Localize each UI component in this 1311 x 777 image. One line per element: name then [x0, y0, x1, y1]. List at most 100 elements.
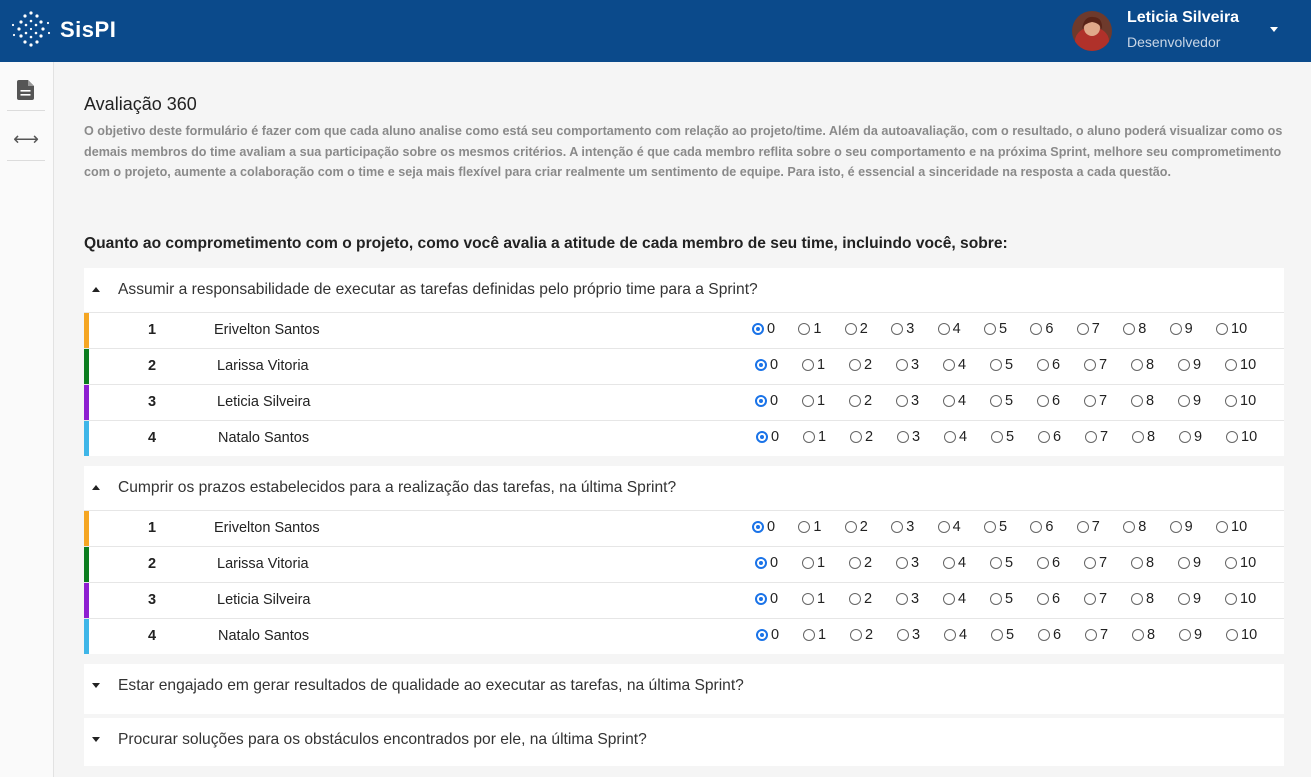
- rating-radio[interactable]: [756, 431, 768, 443]
- rating-radio[interactable]: [1084, 395, 1096, 407]
- rating-option[interactable]: 4: [937, 321, 961, 337]
- user-menu-chevron-down-icon[interactable]: [1270, 27, 1278, 32]
- rating-option[interactable]: 4: [943, 393, 966, 409]
- rating-option[interactable]: 10: [1216, 321, 1247, 337]
- criterion-panel-header[interactable]: Cumprir os prazos estabelecidos para a r…: [84, 466, 1284, 510]
- chevron-up-icon[interactable]: [92, 485, 100, 490]
- rating-radio[interactable]: [803, 629, 815, 641]
- rating-radio[interactable]: [943, 359, 955, 371]
- rating-radio[interactable]: [1084, 593, 1096, 605]
- rating-option[interactable]: 4: [943, 555, 966, 571]
- rating-radio[interactable]: [1037, 557, 1049, 569]
- rating-radio[interactable]: [1030, 521, 1043, 533]
- rating-option[interactable]: 1: [803, 627, 826, 643]
- rating-radio[interactable]: [755, 557, 767, 569]
- rating-option[interactable]: 3: [891, 519, 914, 535]
- rating-option[interactable]: 10: [1225, 393, 1256, 409]
- rating-radio[interactable]: [1178, 395, 1190, 407]
- rating-radio[interactable]: [802, 359, 814, 371]
- rating-option[interactable]: 7: [1084, 591, 1107, 607]
- rating-option[interactable]: 9: [1178, 591, 1201, 607]
- sidebar-item-document[interactable]: [7, 72, 45, 108]
- criterion-panel-header[interactable]: Procurar soluções para os obstáculos enc…: [84, 718, 1284, 762]
- rating-radio[interactable]: [990, 593, 1002, 605]
- rating-radio[interactable]: [798, 323, 811, 335]
- rating-option[interactable]: 1: [802, 591, 825, 607]
- rating-radio[interactable]: [991, 431, 1003, 443]
- rating-radio[interactable]: [1131, 359, 1143, 371]
- rating-option[interactable]: 0: [755, 591, 778, 607]
- rating-option[interactable]: 2: [849, 591, 872, 607]
- chevron-down-icon[interactable]: [92, 683, 100, 688]
- rating-option[interactable]: 2: [849, 357, 872, 373]
- rating-option[interactable]: 3: [897, 429, 920, 445]
- rating-option[interactable]: 9: [1178, 555, 1201, 571]
- sidebar-item-expand[interactable]: ⟷: [7, 121, 45, 157]
- rating-radio[interactable]: [896, 593, 908, 605]
- rating-radio[interactable]: [1076, 521, 1089, 533]
- rating-option[interactable]: 3: [896, 357, 919, 373]
- rating-option[interactable]: 9: [1179, 429, 1202, 445]
- rating-radio[interactable]: [896, 395, 908, 407]
- rating-option[interactable]: 0: [755, 555, 778, 571]
- rating-option[interactable]: 2: [850, 429, 873, 445]
- rating-radio[interactable]: [755, 395, 767, 407]
- rating-option[interactable]: 10: [1225, 357, 1256, 373]
- rating-option[interactable]: 1: [798, 321, 821, 337]
- rating-radio[interactable]: [1132, 431, 1144, 443]
- rating-radio[interactable]: [1038, 629, 1050, 641]
- rating-option[interactable]: 8: [1131, 357, 1154, 373]
- rating-option[interactable]: 7: [1085, 429, 1108, 445]
- rating-radio[interactable]: [991, 629, 1003, 641]
- rating-radio[interactable]: [1169, 521, 1182, 533]
- rating-option[interactable]: 5: [984, 321, 1007, 337]
- rating-option[interactable]: 0: [755, 393, 778, 409]
- rating-radio[interactable]: [896, 557, 908, 569]
- rating-radio[interactable]: [1037, 593, 1049, 605]
- avatar[interactable]: [1072, 11, 1112, 51]
- rating-radio[interactable]: [844, 323, 857, 335]
- rating-radio[interactable]: [1084, 359, 1096, 371]
- rating-radio[interactable]: [891, 323, 904, 335]
- rating-option[interactable]: 8: [1131, 393, 1154, 409]
- rating-radio[interactable]: [1084, 557, 1096, 569]
- rating-option[interactable]: 3: [897, 627, 920, 643]
- rating-radio[interactable]: [802, 557, 814, 569]
- rating-radio[interactable]: [990, 395, 1002, 407]
- rating-option[interactable]: 4: [944, 627, 967, 643]
- rating-radio[interactable]: [1131, 593, 1143, 605]
- rating-radio[interactable]: [1132, 629, 1144, 641]
- rating-radio[interactable]: [1178, 593, 1190, 605]
- rating-option[interactable]: 10: [1226, 429, 1257, 445]
- criterion-panel-header[interactable]: Assumir a responsabilidade de executar a…: [84, 268, 1284, 312]
- rating-option[interactable]: 6: [1038, 627, 1061, 643]
- rating-option[interactable]: 0: [752, 321, 775, 337]
- rating-radio[interactable]: [891, 521, 904, 533]
- rating-option[interactable]: 1: [798, 519, 821, 535]
- rating-radio[interactable]: [937, 521, 950, 533]
- rating-radio[interactable]: [1131, 557, 1143, 569]
- rating-radio[interactable]: [1179, 629, 1191, 641]
- rating-radio[interactable]: [1225, 557, 1237, 569]
- rating-option[interactable]: 9: [1169, 519, 1193, 535]
- rating-option[interactable]: 8: [1132, 627, 1155, 643]
- rating-radio[interactable]: [849, 593, 861, 605]
- rating-option[interactable]: 9: [1179, 627, 1202, 643]
- rating-radio[interactable]: [984, 521, 996, 533]
- rating-radio[interactable]: [1226, 431, 1238, 443]
- rating-option[interactable]: 8: [1123, 321, 1146, 337]
- rating-option[interactable]: 7: [1084, 357, 1107, 373]
- rating-radio[interactable]: [1038, 431, 1050, 443]
- rating-option[interactable]: 3: [891, 321, 914, 337]
- criterion-panel-header[interactable]: Estar engajado em gerar resultados de qu…: [84, 664, 1284, 708]
- rating-radio[interactable]: [1179, 431, 1191, 443]
- rating-option[interactable]: 9: [1178, 357, 1201, 373]
- rating-option[interactable]: 1: [802, 357, 825, 373]
- rating-radio[interactable]: [802, 593, 814, 605]
- rating-option[interactable]: 7: [1076, 519, 1100, 535]
- rating-radio[interactable]: [1216, 521, 1228, 533]
- rating-option[interactable]: 3: [896, 591, 919, 607]
- rating-radio[interactable]: [937, 323, 950, 335]
- app-brand[interactable]: SisPI: [60, 17, 116, 43]
- rating-radio[interactable]: [897, 629, 909, 641]
